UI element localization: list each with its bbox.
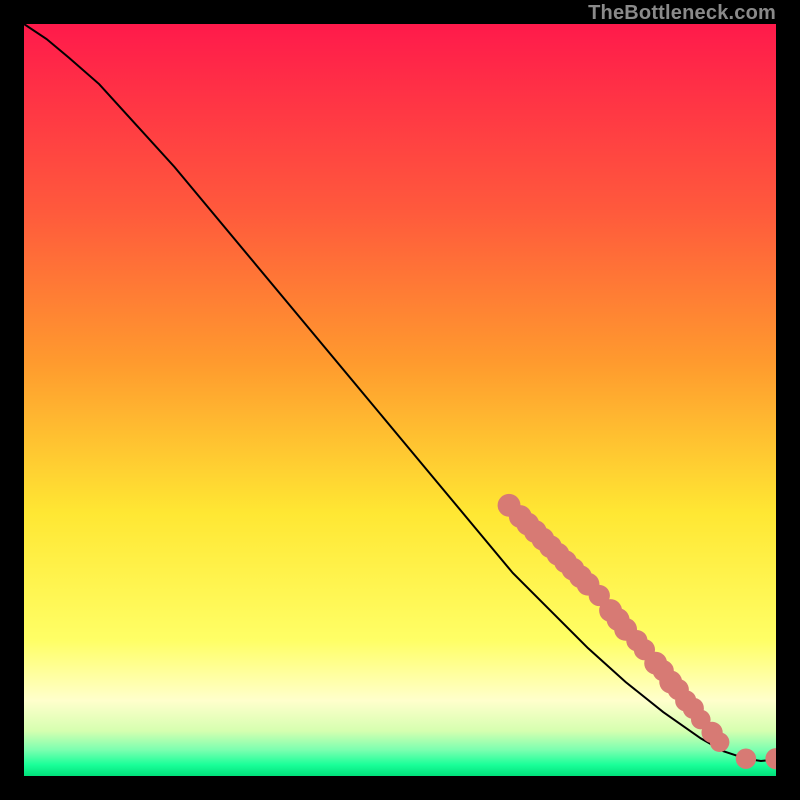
chart-frame [24,24,776,776]
data-point [710,732,730,752]
data-point [736,749,756,769]
chart-svg [24,24,776,776]
watermark-text: TheBottleneck.com [588,2,776,25]
